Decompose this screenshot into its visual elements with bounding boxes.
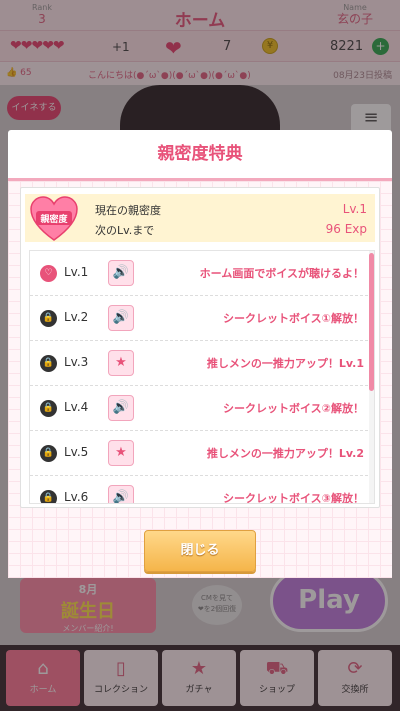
lock-icon: 🔒 [40, 355, 57, 372]
lock-icon: 🔒 [40, 400, 57, 417]
intimacy-status: 親密度 現在の親密度 次のLv.まで Lv.1 96 Exp [25, 194, 375, 242]
intimacy-heart-icon: 親密度 [30, 196, 78, 241]
level-reward: シークレットボイス②解放！ [223, 402, 364, 415]
speaker-icon[interactable]: 🔊 [108, 260, 134, 286]
level-row: 🔒 Lv.4 🔊 シークレットボイス②解放！ [30, 386, 368, 431]
scroll-track[interactable] [369, 251, 374, 503]
intimacy-panel: 親密度 現在の親密度 次のLv.まで Lv.1 96 Exp ♡ Lv.1 🔊 ホーム… [20, 187, 380, 508]
level-row: 🔒 Lv.6 🔊 シークレットボイス③解放！ [30, 476, 368, 504]
unlocked-heart-icon: ♡ [40, 265, 57, 282]
speaker-icon[interactable]: 🔊 [108, 485, 134, 503]
current-intimacy-value: Lv.1 [342, 202, 367, 216]
card-icon: ★ [108, 440, 134, 466]
dialog-body: 親密度 現在の親密度 次のLv.まで Lv.1 96 Exp ♡ Lv.1 🔊 ホーム… [8, 181, 392, 578]
level-reward: シークレットボイス①解放！ [223, 312, 364, 325]
level-label: Lv.2 [64, 310, 89, 324]
next-level-exp: 96 Exp [325, 222, 367, 236]
intimacy-badge-label: 親密度 [40, 213, 68, 225]
lock-icon: 🔒 [40, 490, 57, 503]
level-reward: シークレットボイス③解放！ [223, 492, 364, 504]
level-row: 🔒 Lv.3 ★ 推しメンの一推力アップ！Lv.1 [30, 341, 368, 386]
level-reward-list[interactable]: ♡ Lv.1 🔊 ホーム画面でボイスが聴けるよ！ 🔒 Lv.2 🔊 シークレットボイス①解放！… [29, 250, 375, 504]
level-label: Lv.3 [64, 355, 89, 369]
level-row: ♡ Lv.1 🔊 ホーム画面でボイスが聴けるよ！ [30, 251, 368, 296]
lock-icon: 🔒 [40, 445, 57, 462]
speaker-icon[interactable]: 🔊 [108, 305, 134, 331]
scrollbar-thumb[interactable] [369, 253, 374, 391]
level-label: Lv.5 [64, 445, 89, 459]
level-label: Lv.6 [64, 490, 89, 504]
lock-icon: 🔒 [40, 310, 57, 327]
intimacy-bonus-dialog: 親密度特典 親密度 現在の親密度 次のLv.まで Lv.1 96 Exp ♡ Lv… [8, 130, 392, 578]
next-level-label: 次のLv.まで [95, 224, 155, 237]
level-row: 🔒 Lv.5 ★ 推しメンの一推力アップ！Lv.2 [30, 431, 368, 476]
level-label: Lv.1 [64, 265, 89, 279]
level-row: 🔒 Lv.2 🔊 シークレットボイス①解放！ [30, 296, 368, 341]
speaker-icon[interactable]: 🔊 [108, 395, 134, 421]
current-intimacy-label: 現在の親密度 [95, 204, 161, 217]
dialog-title: 親密度特典 [157, 144, 243, 164]
level-reward: ホーム画面でボイスが聴けるよ！ [199, 267, 364, 280]
level-label: Lv.4 [64, 400, 89, 414]
level-reward: 推しメンの一推力アップ！Lv.2 [206, 447, 364, 460]
level-reward: 推しメンの一推力アップ！Lv.1 [206, 357, 364, 370]
card-icon: ★ [108, 350, 134, 376]
close-button[interactable]: 閉じる [144, 530, 256, 572]
